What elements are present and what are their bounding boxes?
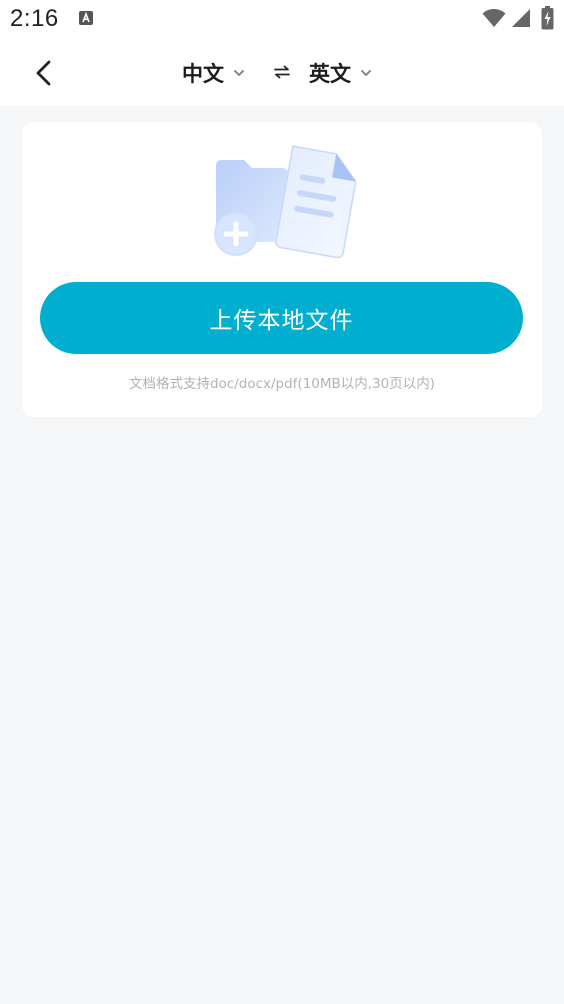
chevron-down-icon: [360, 67, 372, 79]
wifi-icon: [482, 9, 506, 27]
supported-format-hint: 文档格式支持doc/docx/pdf(10MB以内,30页以内): [128, 376, 436, 392]
back-arrow-icon: [36, 60, 51, 86]
header: 中文 英文: [0, 40, 564, 106]
signal-icon: [512, 9, 530, 27]
status-time: 2:16: [10, 5, 59, 32]
target-language-selector[interactable]: 英文: [309, 40, 372, 106]
upload-local-file-button[interactable]: 上传本地文件: [40, 282, 523, 354]
source-language-label: 中文: [182, 62, 224, 86]
swap-icon[interactable]: [274, 64, 290, 80]
upload-card: 上传本地文件 文档格式支持doc/docx/pdf(10MB以内,30页以内): [22, 122, 542, 417]
chevron-down-icon: [233, 67, 245, 79]
source-language-selector[interactable]: 中文: [182, 40, 245, 106]
back-button[interactable]: [24, 53, 64, 93]
folder-document-add-icon: [214, 145, 357, 258]
target-language-label: 英文: [309, 62, 351, 86]
status-bar: 2:16: [0, 0, 564, 40]
battery-charging-icon: [541, 6, 554, 30]
app-notification-icon: [79, 11, 93, 25]
